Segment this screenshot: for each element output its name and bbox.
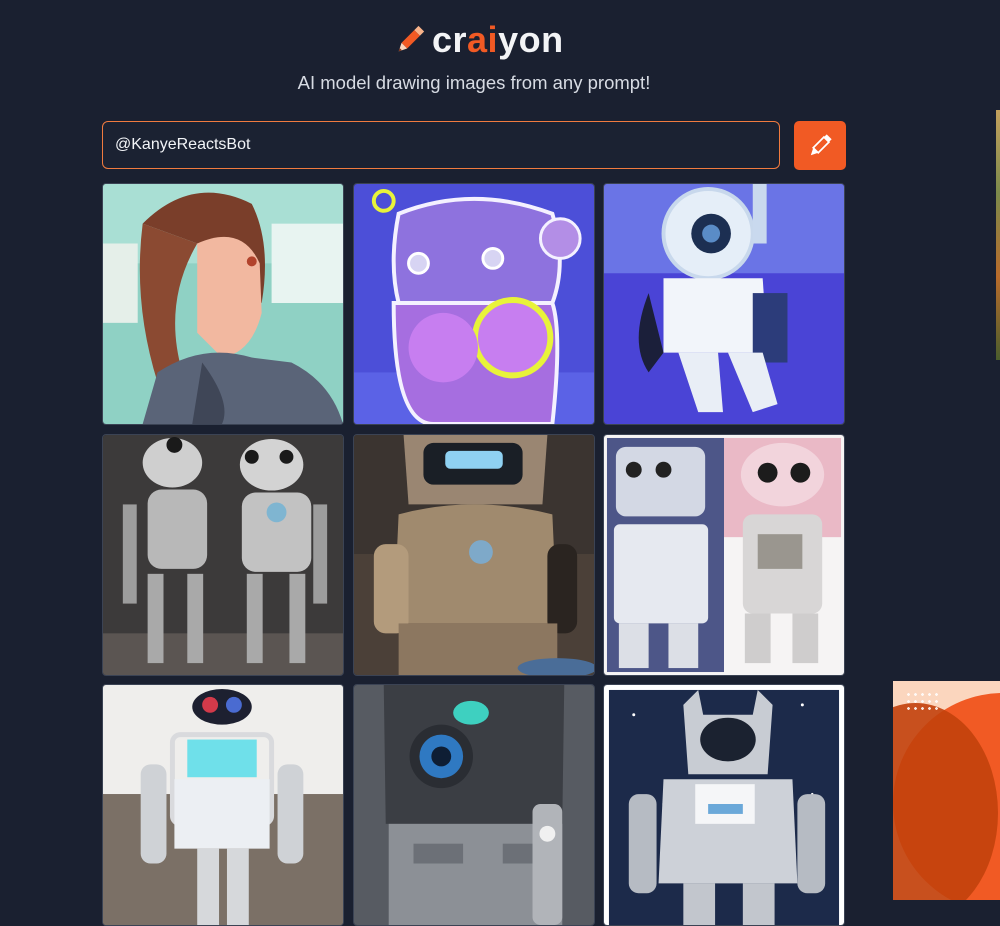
ad-banner[interactable] (893, 681, 1000, 900)
image-two-white-robots (604, 435, 844, 675)
image-woman-portrait (103, 184, 343, 424)
image-astronaut-robot (604, 184, 844, 424)
generated-image-7[interactable] (102, 684, 344, 926)
craiyon-logo[interactable]: craiyon (392, 19, 564, 60)
generated-image-4[interactable] (102, 434, 344, 676)
generated-image-3[interactable] (603, 183, 845, 425)
generated-image-1[interactable] (102, 183, 344, 425)
ad-banner-strip[interactable] (996, 110, 1000, 360)
generated-image-8[interactable] (353, 684, 595, 926)
generated-image-9[interactable] (603, 684, 845, 926)
image-purple-robot (354, 184, 594, 424)
prompt-input[interactable]: @KanyeReactsBot (102, 121, 780, 169)
pencil-logo-icon (398, 25, 425, 52)
generated-image-6[interactable] (603, 434, 845, 676)
image-white-robot-monitor (103, 685, 343, 925)
image-space-robot (604, 685, 844, 925)
pencil-icon (810, 133, 832, 155)
image-tan-robot (354, 435, 594, 675)
logo-wordmark: craiyon (432, 19, 564, 60)
tagline: AI model drawing images from any prompt! (297, 72, 651, 93)
image-two-silver-robots (103, 435, 343, 675)
ad-decor-dots (905, 691, 939, 711)
prompt-input-value: @KanyeReactsBot (115, 136, 251, 153)
draw-button[interactable] (794, 121, 846, 170)
generated-image-2[interactable] (353, 183, 595, 425)
generated-image-5[interactable] (353, 434, 595, 676)
image-gray-robot-camera (354, 685, 594, 925)
